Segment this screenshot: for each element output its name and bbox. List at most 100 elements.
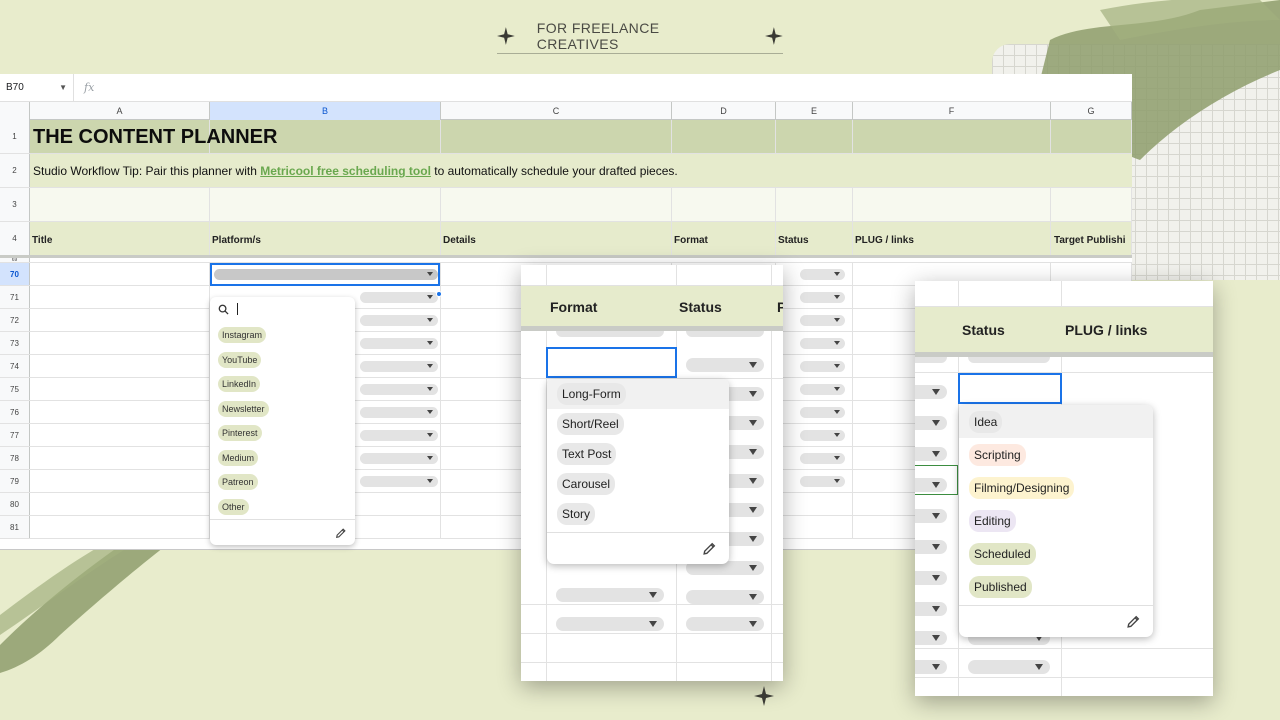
row-header[interactable]: 74	[0, 355, 30, 377]
dropdown-option[interactable]: Text Post	[547, 439, 729, 469]
format-dropdown-chip[interactable]	[915, 602, 947, 616]
format-dropdown-chip[interactable]	[915, 447, 947, 461]
status-dropdown-chip[interactable]	[800, 361, 845, 372]
row-header[interactable]: 78	[0, 447, 30, 469]
metricool-link[interactable]: Metricool free scheduling tool	[260, 164, 431, 178]
status-dropdown-chip[interactable]	[800, 407, 845, 418]
column-header-e[interactable]: E	[776, 102, 853, 120]
status-dropdown-chip[interactable]	[800, 384, 845, 395]
format-dropdown-chip[interactable]	[915, 540, 947, 554]
format-dropdown-chip[interactable]	[915, 571, 947, 585]
row-header[interactable]: 72	[0, 309, 30, 331]
status-dropdown-chip[interactable]	[800, 292, 845, 303]
column-header-a[interactable]: A	[30, 102, 210, 120]
dropdown-option[interactable]: Scripting	[959, 438, 1153, 471]
row-header[interactable]: 4	[0, 222, 30, 255]
row-header[interactable]: 3	[0, 188, 30, 221]
format-dropdown-chip[interactable]	[556, 588, 664, 602]
pencil-icon[interactable]	[1126, 614, 1141, 629]
pencil-icon[interactable]	[702, 541, 717, 556]
format-dropdown-chip[interactable]	[915, 509, 947, 523]
dropdown-option[interactable]: Newsletter	[210, 397, 355, 422]
platform-dropdown-chip[interactable]	[214, 269, 438, 280]
platform-dropdown-chip[interactable]	[360, 338, 438, 349]
selected-status-cell[interactable]	[958, 373, 1062, 404]
row-header[interactable]: 79	[0, 470, 30, 492]
status-dropdown-chip[interactable]	[686, 590, 764, 604]
platform-dropdown-chip[interactable]	[360, 384, 438, 395]
row-header[interactable]: 76	[0, 401, 30, 423]
dropdown-option[interactable]: Instagram	[210, 323, 355, 348]
status-dropdown-chip[interactable]	[800, 430, 845, 441]
dropdown-search[interactable]	[210, 297, 355, 321]
format-dropdown-chip[interactable]	[915, 385, 947, 399]
status-dropdown-chip[interactable]	[800, 269, 845, 280]
option-pill: Editing	[969, 509, 1016, 532]
platform-dropdown-chip[interactable]	[360, 453, 438, 464]
status-dropdown-chip[interactable]	[686, 617, 764, 631]
status-dropdown-chip[interactable]	[968, 357, 1050, 363]
selected-format-cell[interactable]	[546, 347, 677, 378]
dropdown-option[interactable]: Medium	[210, 446, 355, 471]
name-box[interactable]: B70 ▼	[0, 74, 74, 102]
format-dropdown-chip[interactable]	[915, 631, 947, 645]
select-all-corner[interactable]	[0, 102, 30, 120]
format-dropdown-chip[interactable]	[556, 331, 664, 337]
platform-dropdown-chip[interactable]	[360, 315, 438, 326]
row-header[interactable]: 75	[0, 378, 30, 400]
dropdown-arrow-icon[interactable]: ▼	[59, 83, 67, 92]
fill-handle[interactable]	[436, 291, 442, 297]
row-header[interactable]: 81	[0, 516, 30, 538]
dropdown-option[interactable]: Other	[210, 495, 355, 520]
platform-dropdown-chip[interactable]	[360, 361, 438, 372]
platform-dropdown-chip[interactable]	[360, 292, 438, 303]
table-row: 1 THE CONTENT PLANNER	[0, 120, 1132, 154]
status-dropdown-chip[interactable]	[800, 338, 845, 349]
row-header[interactable]: 77	[0, 424, 30, 446]
status-dropdown-chip[interactable]	[800, 476, 845, 487]
dropdown-option[interactable]: Published	[959, 570, 1153, 603]
dropdown-option[interactable]: Idea	[959, 405, 1153, 438]
row-header[interactable]: 2	[0, 154, 30, 187]
dropdown-option[interactable]: LinkedIn	[210, 372, 355, 397]
format-dropdown-chip[interactable]	[556, 617, 664, 631]
status-dropdown-chip[interactable]	[800, 453, 845, 464]
column-header-c[interactable]: C	[441, 102, 672, 120]
status-dropdown-chip[interactable]	[800, 315, 845, 326]
format-dropdown-chip[interactable]	[915, 660, 947, 674]
column-header-g[interactable]: G	[1051, 102, 1132, 120]
header-format: Format	[674, 235, 708, 246]
dropdown-option[interactable]: Story	[547, 499, 729, 529]
dropdown-option[interactable]: Patreon	[210, 470, 355, 495]
header-title: Title	[32, 235, 53, 246]
selected-cell-b70[interactable]	[210, 263, 440, 286]
column-header-f[interactable]: F	[853, 102, 1051, 120]
row-header[interactable]: 1	[0, 120, 30, 153]
dropdown-option[interactable]: YouTube	[210, 348, 355, 373]
dropdown-option[interactable]: Editing	[959, 504, 1153, 537]
dropdown-option[interactable]: Carousel	[547, 469, 729, 499]
format-dropdown-chip[interactable]	[915, 416, 947, 430]
dropdown-option[interactable]: Pinterest	[210, 421, 355, 446]
column-header-d[interactable]: D	[672, 102, 776, 120]
status-dropdown-chip[interactable]	[686, 358, 764, 372]
pencil-icon[interactable]	[335, 527, 347, 539]
dropdown-option[interactable]: Scheduled	[959, 537, 1153, 570]
status-dropdown-chip[interactable]	[686, 331, 764, 337]
platform-dropdown-chip[interactable]	[360, 430, 438, 441]
dropdown-option[interactable]: Long-Form	[547, 379, 729, 409]
platform-dropdown-chip[interactable]	[360, 476, 438, 487]
row-header[interactable]: 70	[0, 263, 30, 285]
row-header[interactable]: 73	[0, 332, 30, 354]
dropdown-option[interactable]: Short/Reel	[547, 409, 729, 439]
row-header[interactable]: 80	[0, 493, 30, 515]
format-dropdown-chip[interactable]	[915, 478, 947, 492]
option-pill: Medium	[218, 449, 259, 466]
status-dropdown-chip[interactable]	[968, 660, 1050, 674]
row-header[interactable]: 69	[0, 258, 30, 262]
row-header[interactable]: 71	[0, 286, 30, 308]
column-header-b[interactable]: B	[210, 102, 441, 120]
format-dropdown-chip[interactable]	[915, 357, 947, 363]
platform-dropdown-chip[interactable]	[360, 407, 438, 418]
dropdown-option[interactable]: Filming/Designing	[959, 471, 1153, 504]
